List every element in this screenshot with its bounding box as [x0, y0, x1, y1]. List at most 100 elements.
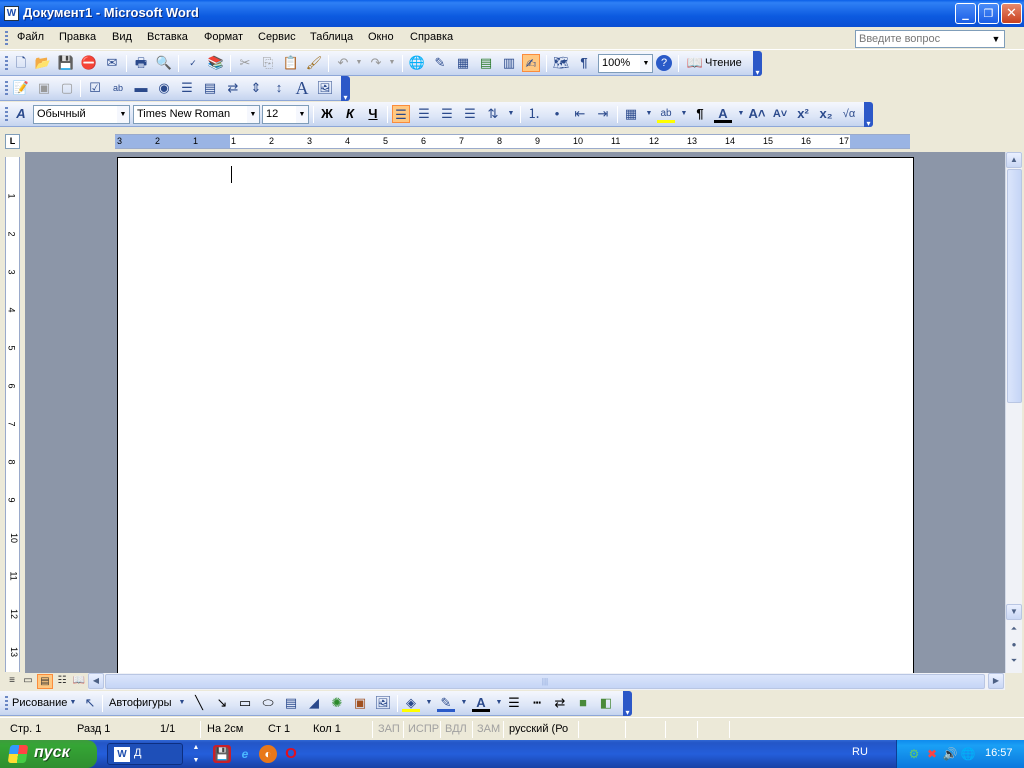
highlight-icon[interactable]: ab	[657, 105, 675, 123]
align-left-icon[interactable]: ☰	[392, 105, 410, 123]
tray-network-icon[interactable]: ⚙	[905, 745, 923, 763]
previous-page-icon[interactable]: ⏶	[1006, 622, 1022, 638]
quicklaunch-save-icon[interactable]: 💾	[213, 745, 231, 763]
undo-dropdown-icon[interactable]: ▼	[350, 54, 368, 72]
toolbar-grip[interactable]	[5, 56, 8, 71]
tables-borders-icon[interactable]: ✎	[431, 54, 449, 72]
title-bar[interactable]: W Документ1 - Microsoft Word _ ❐ ✕	[0, 0, 1024, 27]
maximize-button[interactable]: ❐	[978, 3, 999, 24]
insert-excel-icon[interactable]: ▤	[477, 54, 495, 72]
horizontal-scroll-thumb[interactable]: |||	[105, 674, 985, 689]
menu-table[interactable]: Таблица	[310, 31, 353, 43]
subscript-icon[interactable]: x₂	[817, 105, 835, 123]
help-question-input[interactable]: Введите вопрос ▼	[855, 30, 1005, 48]
web-layout-view-icon[interactable]: ▭	[20, 674, 36, 689]
diagram-icon[interactable]: ✺	[328, 694, 346, 712]
dash-style-icon[interactable]: ┅	[528, 694, 546, 712]
styles-formatting-icon[interactable]: A	[12, 105, 30, 123]
justify-icon[interactable]: ☰	[461, 105, 479, 123]
permission-icon[interactable]: ⛔	[80, 54, 98, 72]
copy-icon[interactable]: ⎘	[259, 54, 277, 72]
style-select[interactable]: Обычный ▼	[33, 105, 130, 124]
form-field-icon[interactable]: ▣	[35, 79, 53, 97]
print-icon[interactable]: 🖶	[132, 54, 150, 72]
line-spacing-icon[interactable]: ⇅	[484, 105, 502, 123]
align-right-icon[interactable]: ☰	[438, 105, 456, 123]
equation-icon[interactable]: √α	[840, 105, 858, 123]
borders-dropdown-icon[interactable]: ▼	[640, 105, 658, 123]
text-box-icon[interactable]: ▤	[282, 694, 300, 712]
autoshapes-menu-button[interactable]: Автофигуры	[109, 697, 172, 709]
insert-table-icon[interactable]: ▦	[454, 54, 472, 72]
scroll-down-icon[interactable]: ▼	[1006, 604, 1022, 620]
opera-icon[interactable]: O	[282, 745, 300, 763]
hyperlink-icon[interactable]: 🌐	[408, 54, 426, 72]
next-page-icon[interactable]: ⏷	[1006, 654, 1022, 670]
menu-format[interactable]: Формат	[204, 31, 243, 43]
font-select[interactable]: Times New Roman ▼	[133, 105, 260, 124]
print-layout-view-icon[interactable]: ▤	[37, 674, 53, 689]
command-button-icon[interactable]: ▬	[132, 79, 150, 97]
menubar-grip[interactable]	[5, 31, 8, 46]
shadow-style-icon[interactable]: ■	[574, 694, 592, 712]
redo-dropdown-icon[interactable]: ▼	[383, 54, 401, 72]
chevron-down-icon[interactable]: ▼	[117, 106, 129, 123]
clipart-icon[interactable]: ▣	[351, 694, 369, 712]
firefox-icon[interactable]: ◐	[259, 745, 277, 763]
arrow-style-icon[interactable]: ⇄	[551, 694, 569, 712]
grow-font-icon[interactable]: A˄	[748, 105, 766, 123]
start-button[interactable]: пуск	[0, 740, 97, 768]
arrow-icon[interactable]: ↘	[213, 694, 231, 712]
language-indicator[interactable]: RU	[852, 746, 868, 758]
internet-explorer-icon[interactable]: e	[236, 745, 254, 763]
vertical-scrollbar[interactable]: ▲ ▼ ⏶ ● ⏷	[1005, 152, 1022, 673]
shrink-font-icon[interactable]: A˅	[771, 105, 789, 123]
menu-window[interactable]: Окно	[368, 31, 394, 43]
line-color-dropdown-icon[interactable]: ▼	[455, 694, 473, 712]
document-map-icon[interactable]: 🗺	[552, 54, 570, 72]
toolbar-grip[interactable]	[5, 107, 8, 122]
vertical-ruler[interactable]: 1 2 3 4 5 6 7 8 9 10 11 12 13	[5, 157, 20, 672]
menu-help[interactable]: Справка	[410, 31, 453, 43]
research-icon[interactable]: 📚	[207, 54, 225, 72]
document-page[interactable]	[117, 157, 914, 677]
reading-view-icon[interactable]: 📖	[71, 674, 87, 689]
tab-selector-button[interactable]: L	[5, 134, 20, 149]
save-icon[interactable]: 💾	[57, 54, 75, 72]
toolbar-options-icon[interactable]: ▾	[753, 51, 762, 77]
taskbar-word-document[interactable]: W Д	[107, 743, 183, 765]
bullets-icon[interactable]: •	[548, 105, 566, 123]
browse-object-icon[interactable]: ●	[1006, 638, 1022, 654]
drawing-font-color-icon[interactable]: A	[472, 694, 490, 712]
line-style-icon[interactable]: ☰	[505, 694, 523, 712]
bold-button[interactable]: Ж	[318, 105, 336, 123]
print-preview-icon[interactable]: 🔍	[155, 54, 173, 72]
chevron-down-icon[interactable]: ▼	[296, 106, 308, 123]
chevron-down-icon[interactable]: ▼	[989, 31, 1003, 47]
font-size-select[interactable]: 12 ▼	[262, 105, 309, 124]
tray-globe-icon[interactable]: 🌐	[959, 745, 977, 763]
tray-security-icon[interactable]: ✖	[923, 745, 941, 763]
drawing-dropdown-icon[interactable]: ▼	[64, 694, 82, 712]
paste-icon[interactable]: 📋	[282, 54, 300, 72]
minimize-button[interactable]: _	[955, 3, 976, 24]
toolbar-grip[interactable]	[5, 696, 8, 711]
align-center-icon[interactable]: ☰	[415, 105, 433, 123]
fill-color-icon[interactable]: ◈	[402, 694, 420, 712]
tray-volume-icon[interactable]: 🔊	[941, 745, 959, 763]
format-painter-icon[interactable]: 🖌	[305, 54, 323, 72]
email-icon[interactable]: ✉	[103, 54, 121, 72]
checkbox-icon[interactable]: ☑	[86, 79, 104, 97]
status-record[interactable]: ЗАП	[378, 723, 400, 735]
zoom-select[interactable]: 100% ▼	[598, 54, 653, 73]
pilcrow-icon[interactable]: ¶	[691, 105, 709, 123]
status-extend[interactable]: ВДЛ	[445, 723, 467, 735]
toolbar-options-icon[interactable]: ▾	[341, 76, 350, 102]
menu-view[interactable]: Вид	[112, 31, 132, 43]
chevron-down-icon[interactable]: ▼	[247, 106, 259, 123]
status-overtype[interactable]: ЗАМ	[477, 723, 500, 735]
scroll-right-icon[interactable]: ▶	[988, 673, 1004, 689]
label-control-icon[interactable]: A	[293, 79, 311, 97]
menu-tools[interactable]: Сервис	[258, 31, 296, 43]
oval-icon[interactable]: ⬭	[259, 694, 277, 712]
